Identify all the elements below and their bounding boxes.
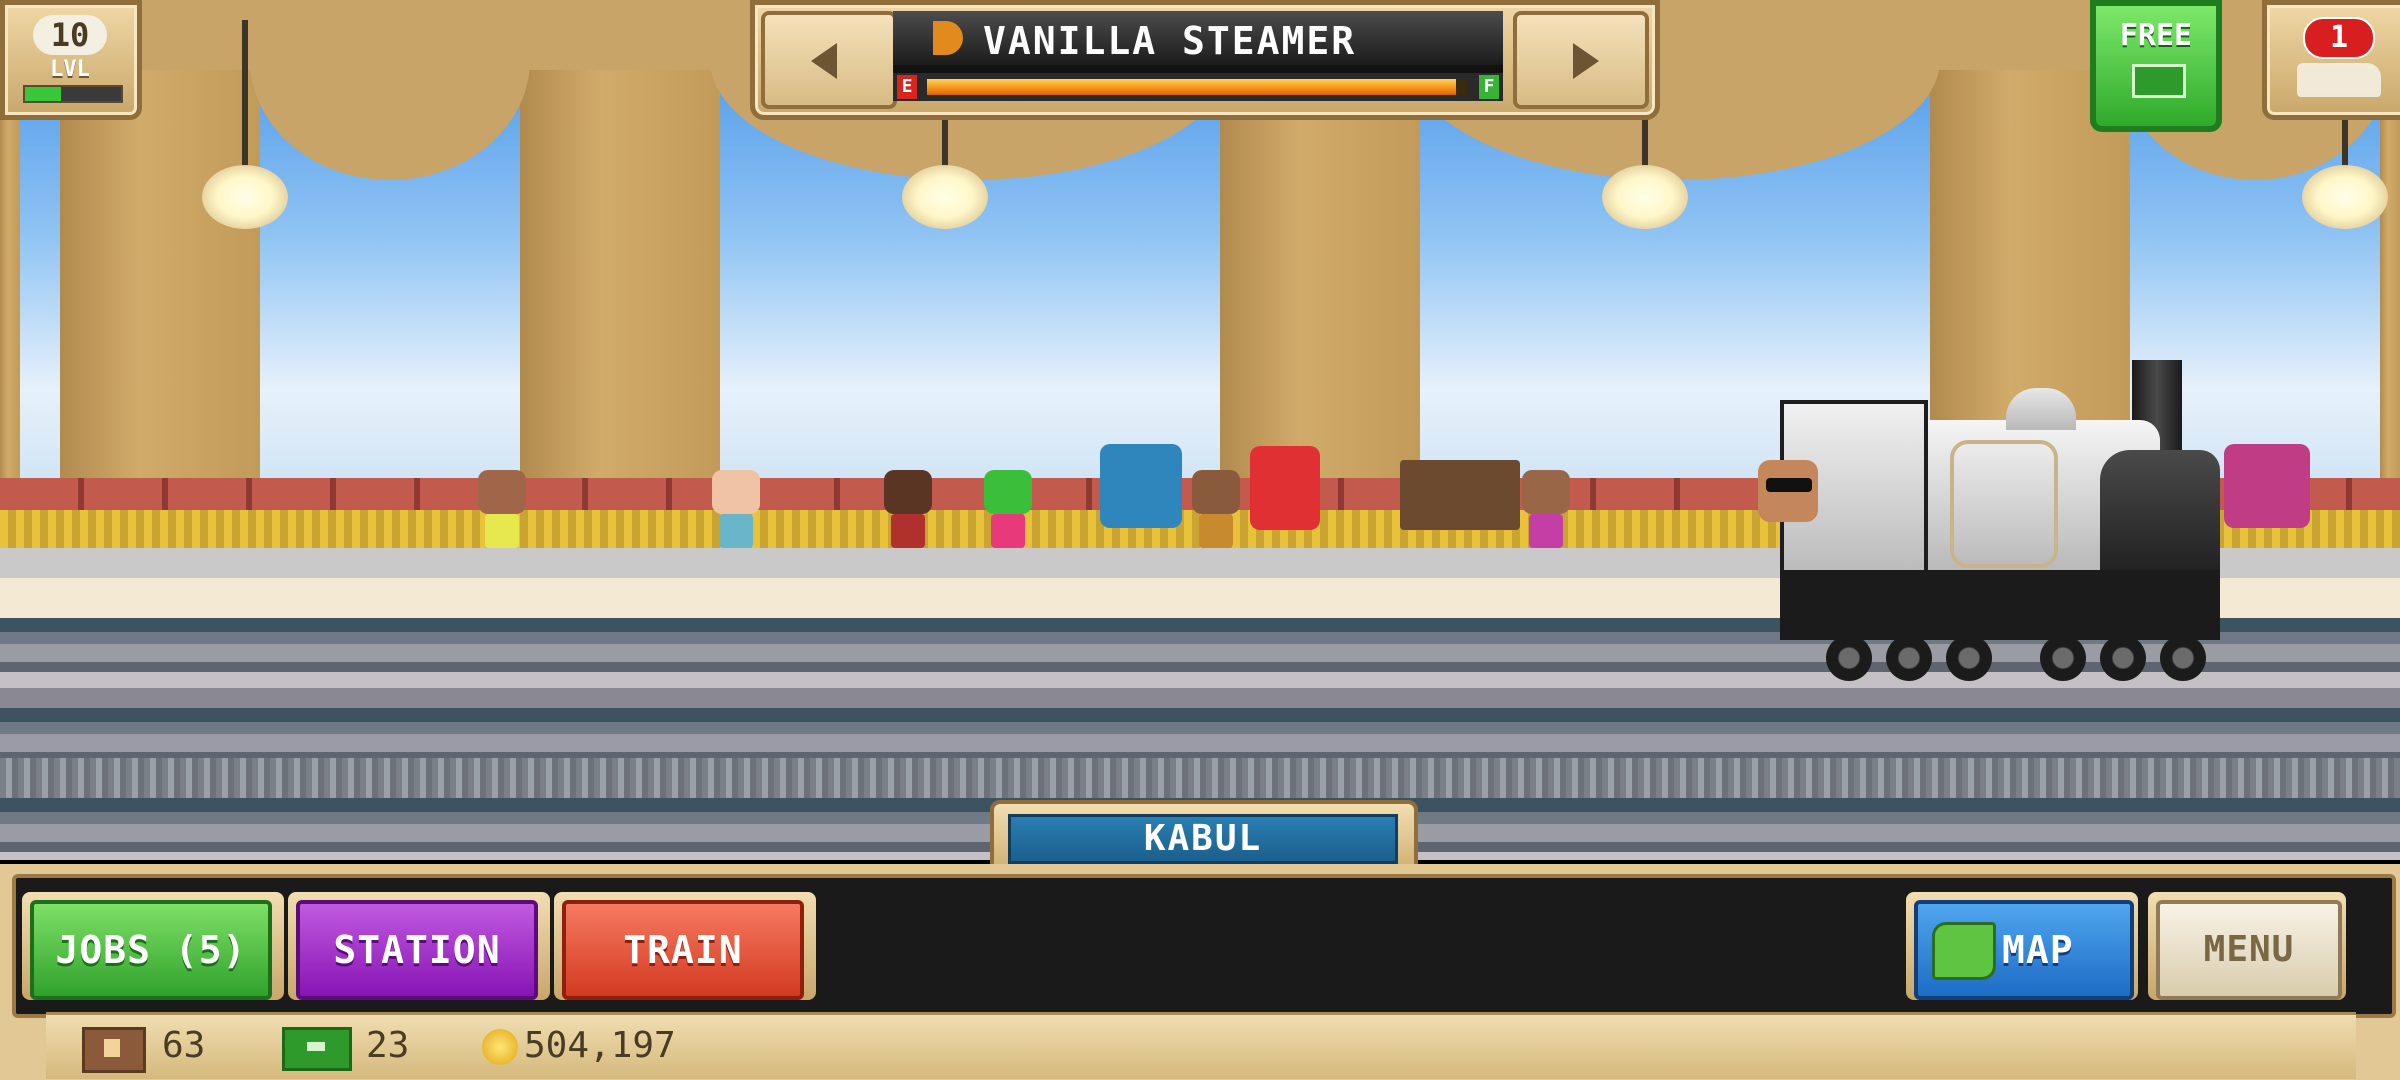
train-name-bar: VANILLA STEAMER: [893, 11, 1503, 65]
steam-locomotive[interactable]: [1740, 360, 2230, 690]
wheel: [2100, 635, 2146, 681]
passenger[interactable]: [712, 470, 760, 548]
chassis: [1780, 570, 2220, 640]
wheel: [1886, 635, 1932, 681]
map-label: MAP: [2002, 928, 2074, 972]
train-selector: VANILLA STEAMER E F: [750, 0, 1660, 120]
passenger[interactable]: [1192, 470, 1240, 548]
lamp-icon: [2302, 165, 2388, 229]
train-icon: [933, 21, 963, 55]
luggage-suitcase[interactable]: [1250, 446, 1320, 530]
lamp-icon: [902, 165, 988, 229]
lamp-icon: [202, 165, 288, 229]
passenger[interactable]: [1522, 470, 1570, 548]
lamp-cord: [242, 20, 248, 170]
boiler-trim: [1950, 440, 2058, 568]
coins-count: 504,197: [524, 1025, 676, 1066]
cash-count: 23: [366, 1025, 410, 1066]
previous-train-button[interactable]: [761, 11, 897, 109]
button-rail: JOBS (5) STATION TRAIN MAP MENU: [12, 874, 2396, 1018]
train-info-panel[interactable]: VANILLA STEAMER E F: [893, 11, 1503, 101]
level-value: 10: [33, 15, 107, 55]
cash-icon: [282, 1027, 352, 1071]
pillar: [520, 0, 720, 520]
free-cash-button[interactable]: FREE: [2090, 0, 2222, 132]
level-indicator[interactable]: 10 LVL: [0, 0, 142, 120]
map-icon: [1932, 922, 1996, 980]
luggage-trunk[interactable]: [1400, 460, 1520, 530]
lamp-cord: [2342, 120, 2348, 170]
crates-count: 63: [162, 1025, 206, 1066]
luggage-bag[interactable]: [1100, 444, 1182, 528]
jobs-button[interactable]: JOBS (5): [30, 900, 272, 1000]
passenger[interactable]: [884, 470, 932, 548]
steam-dome: [2006, 388, 2076, 430]
wheel: [2160, 635, 2206, 681]
wheel: [2040, 635, 2086, 681]
crate-icon: [82, 1027, 146, 1073]
fuel-gauge: E F: [893, 73, 1503, 101]
passenger[interactable]: [478, 470, 526, 548]
station-name: KABUL: [1008, 814, 1398, 864]
next-train-button[interactable]: [1513, 11, 1649, 109]
wheel: [1946, 635, 1992, 681]
free-label: FREE: [2119, 18, 2193, 53]
train-icon: [2297, 63, 2381, 97]
fuel-bar-fill: [927, 79, 1457, 95]
notification-badge: 1: [2303, 17, 2375, 59]
passenger[interactable]: [984, 470, 1032, 548]
station-button[interactable]: STATION: [296, 900, 538, 1000]
map-button[interactable]: MAP: [1914, 900, 2134, 1000]
train-depot-button[interactable]: 1: [2262, 0, 2400, 120]
bottom-bar: JOBS (5) STATION TRAIN MAP MENU 63 23 50…: [0, 864, 2400, 1080]
level-label: LVL: [50, 57, 90, 82]
fuel-bar: [927, 79, 1467, 95]
arrow-left-icon: [811, 43, 837, 79]
driver-glasses: [1766, 478, 1812, 492]
arrow-right-icon: [1573, 43, 1599, 79]
wheel: [1826, 635, 1872, 681]
menu-button[interactable]: MENU: [2156, 900, 2342, 1000]
resource-bar: 63 23 504,197: [46, 1012, 2356, 1079]
xp-progress-fill: [25, 87, 62, 101]
luggage-bag[interactable]: [2224, 444, 2310, 528]
cash-icon: [2132, 64, 2186, 98]
track-gravel: [0, 758, 2400, 798]
train-name: VANILLA STEAMER: [983, 19, 1357, 63]
xp-progress-bar: [23, 85, 123, 103]
fuel-empty-label: E: [897, 75, 917, 99]
train-button[interactable]: TRAIN: [562, 900, 804, 1000]
fuel-full-label: F: [1479, 75, 1499, 99]
lamp-icon: [1602, 165, 1688, 229]
coin-icon: [482, 1029, 518, 1065]
station-scene: [0, 0, 2400, 860]
